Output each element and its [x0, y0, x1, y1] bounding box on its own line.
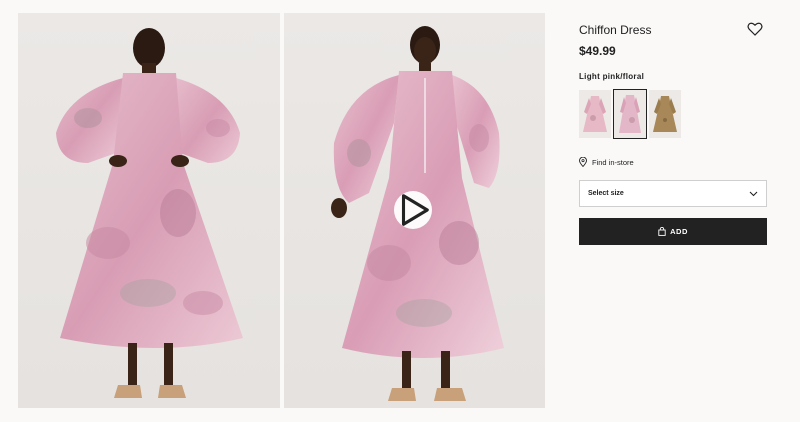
- color-name: Light pink/floral: [579, 72, 645, 81]
- dress-thumbnail-icon: [653, 96, 677, 132]
- add-to-cart-button[interactable]: ADD: [579, 218, 767, 245]
- dress-thumbnail-icon: [619, 95, 641, 133]
- color-swatches: [579, 89, 681, 139]
- play-video-button[interactable]: [394, 191, 432, 229]
- swatch-pink-floral-alt[interactable]: [579, 90, 611, 138]
- product-photo-back[interactable]: [18, 13, 280, 408]
- chevron-down-icon: [749, 191, 758, 196]
- swatch-light-pink-floral[interactable]: [613, 89, 647, 139]
- find-in-store-label: Find in-store: [592, 157, 634, 167]
- dress-thumbnail-icon: [583, 96, 607, 132]
- heart-icon[interactable]: [747, 21, 763, 37]
- add-to-cart-label: ADD: [670, 227, 688, 236]
- product-price: $49.99: [579, 44, 616, 58]
- swatch-beige-pattern[interactable]: [649, 90, 681, 138]
- product-photo-front[interactable]: [284, 13, 545, 408]
- find-in-store-link[interactable]: Find in-store: [579, 157, 634, 167]
- bag-icon: [658, 227, 666, 236]
- model-back-view: [56, 28, 243, 398]
- product-title: Chiffon Dress: [579, 23, 652, 37]
- size-select[interactable]: Select size: [579, 180, 767, 207]
- size-select-placeholder: Select size: [588, 190, 624, 197]
- play-icon: [401, 194, 429, 226]
- location-pin-icon: [579, 157, 587, 167]
